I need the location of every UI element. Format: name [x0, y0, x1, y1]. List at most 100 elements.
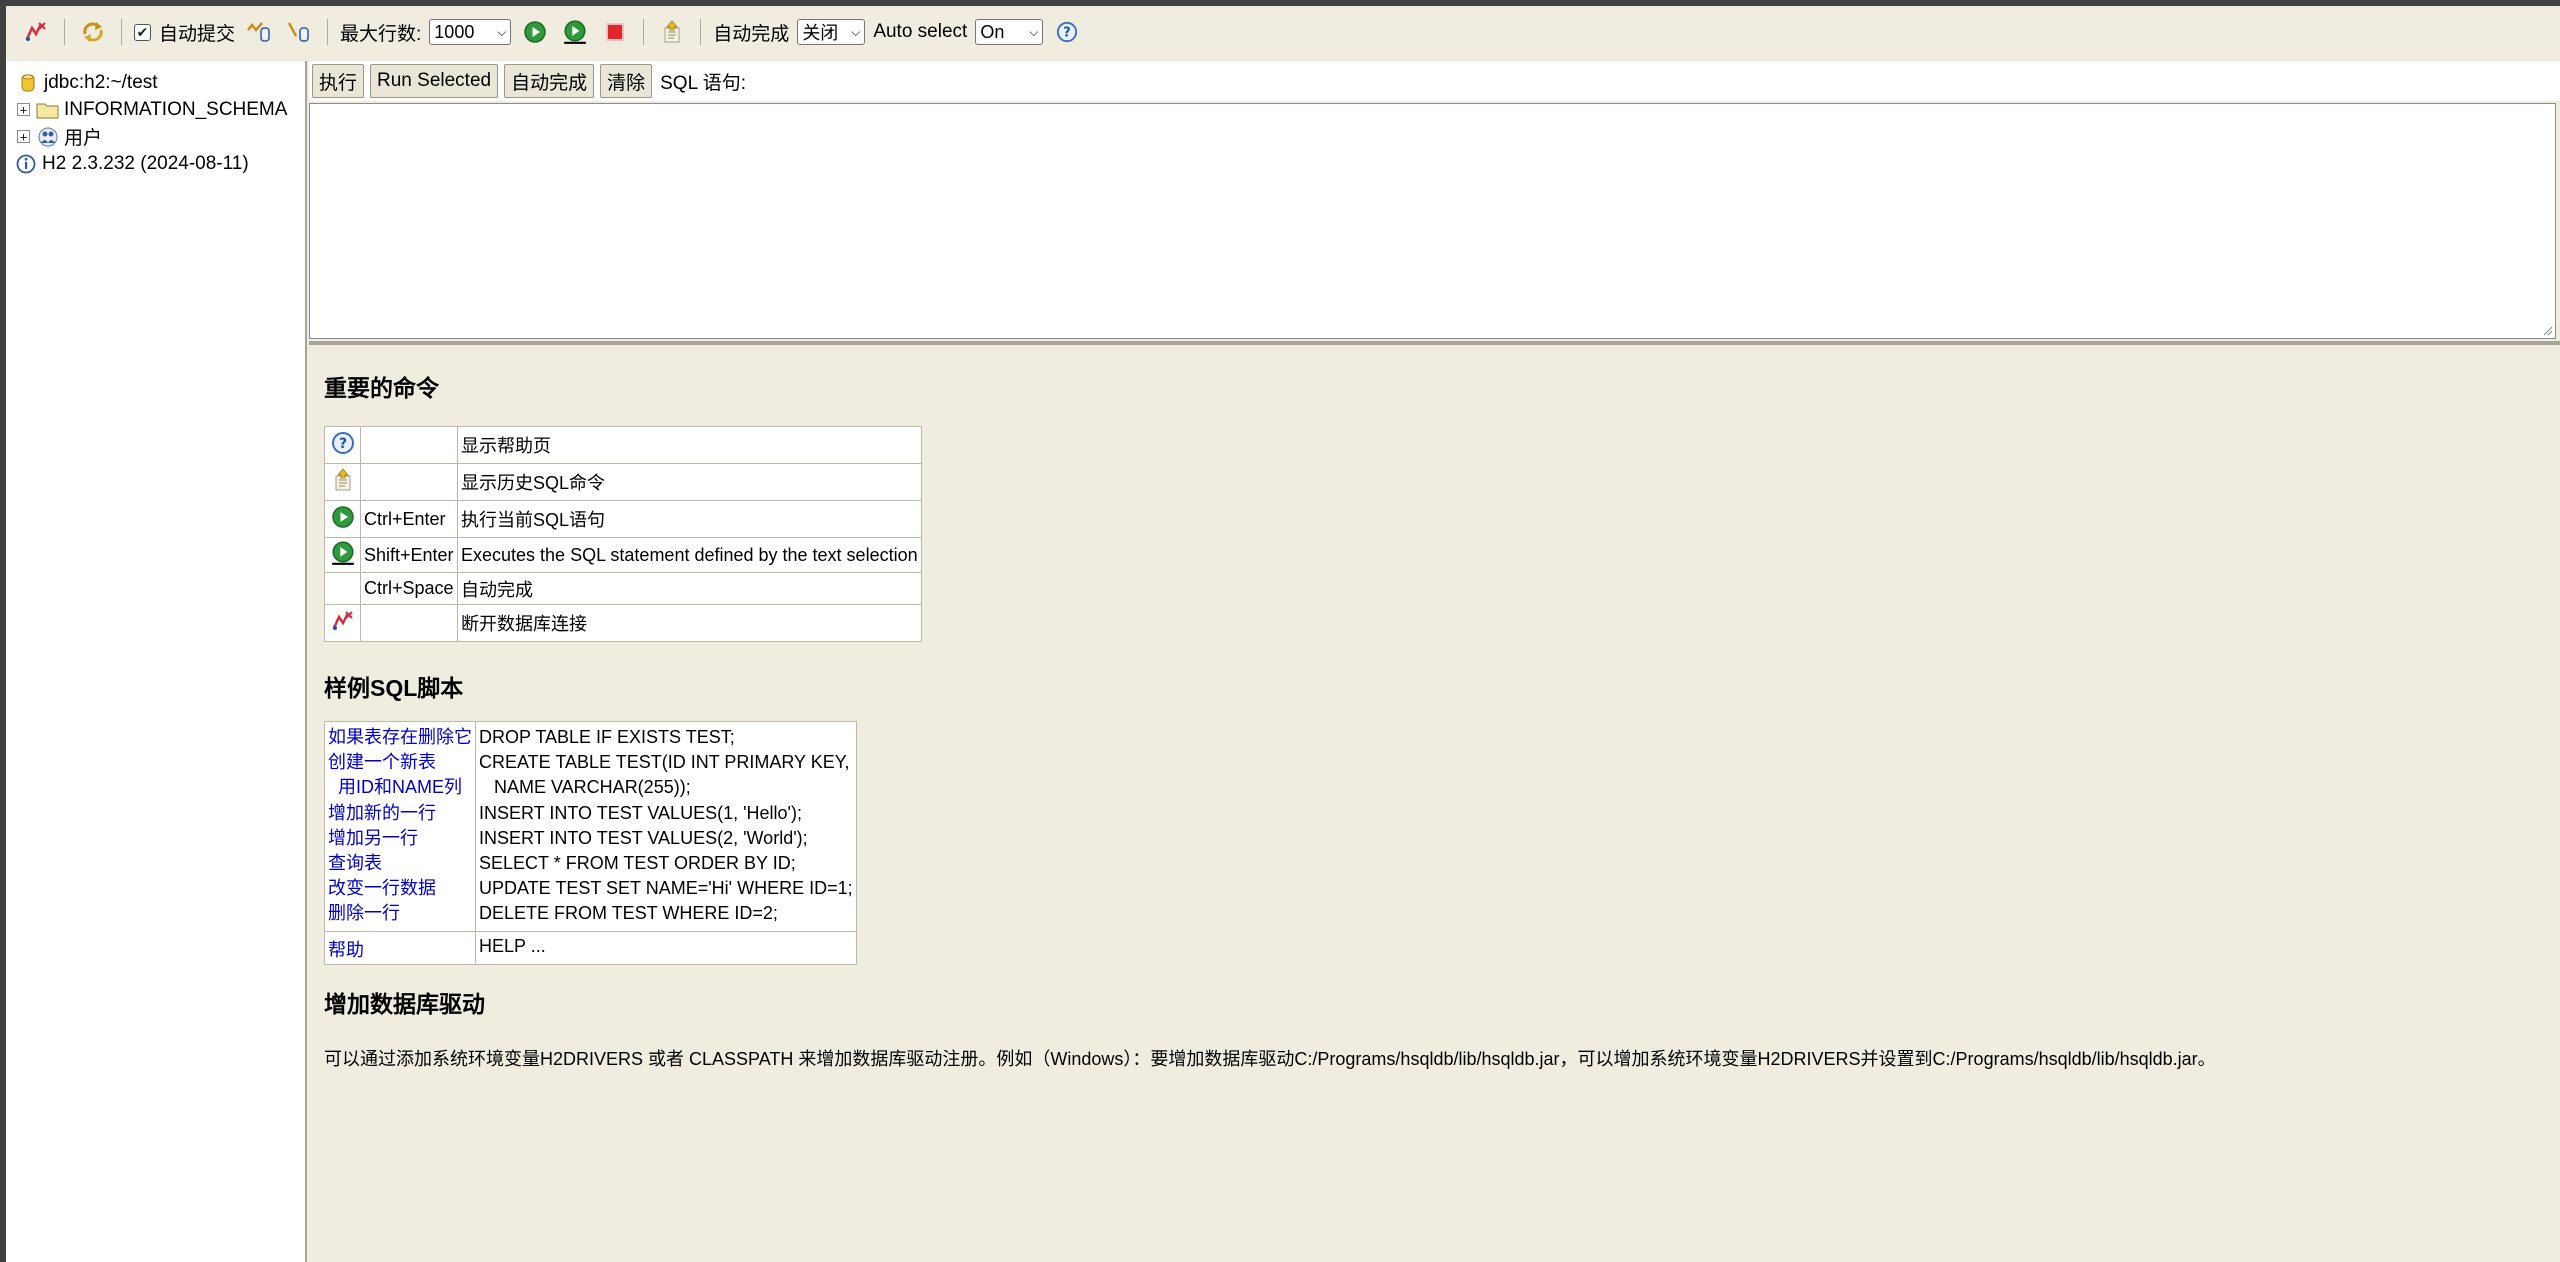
- command-description: 自动完成: [457, 572, 922, 605]
- expand-icon[interactable]: +: [17, 130, 30, 143]
- tree-item-information-schema[interactable]: + INFORMATION_SCHEMA: [6, 96, 305, 123]
- clear-button[interactable]: 清除: [600, 64, 653, 98]
- sample-link[interactable]: 如果表存在删除它: [328, 725, 472, 750]
- autocomplete-label: 自动完成: [713, 23, 790, 45]
- resize-grip-icon[interactable]: [2541, 324, 2553, 336]
- sample-link[interactable]: 改变一行数据: [328, 876, 472, 901]
- chevron-down-icon: ⌵: [1029, 24, 1039, 39]
- table-row: Shift+Enter Executes the SQL statement d…: [324, 537, 922, 573]
- h2-console-window: 自动提交 最大行数: 1000 ⌵: [6, 6, 2560, 1262]
- toolbar-separator: [643, 19, 645, 45]
- command-description: 断开数据库连接: [457, 604, 922, 642]
- shortcut-key: Ctrl+Enter: [360, 500, 458, 538]
- stop-icon[interactable]: [601, 18, 629, 46]
- shortcut-key: [360, 426, 458, 464]
- chevron-down-icon: ⌵: [497, 24, 507, 39]
- table-row: 断开数据库连接: [324, 604, 922, 642]
- sql-line: DROP TABLE IF EXISTS TEST;: [479, 727, 735, 747]
- shortcut-key: Shift+Enter: [360, 537, 458, 573]
- help-icon[interactable]: [1053, 18, 1081, 46]
- tree-item-label: 用户: [64, 128, 103, 149]
- chevron-down-icon: ⌵: [851, 24, 861, 39]
- disconnect-icon[interactable]: [22, 18, 50, 46]
- table-row: 显示帮助页: [324, 426, 922, 464]
- sample-link[interactable]: 查询表: [328, 851, 472, 876]
- help-sql: HELP ...: [475, 930, 857, 965]
- sample-link[interactable]: 用ID和NAME列: [328, 775, 472, 800]
- history-icon[interactable]: [331, 466, 355, 494]
- sql-line: INSERT INTO TEST VALUES(1, 'Hello');: [479, 802, 802, 823]
- command-description: Executes the SQL statement defined by th…: [457, 537, 922, 573]
- rollback-icon[interactable]: [285, 18, 313, 46]
- help-link[interactable]: 帮助: [328, 940, 364, 960]
- sample-link[interactable]: 删除一行: [328, 901, 472, 926]
- sql-line: DELETE FROM TEST WHERE ID=2;: [479, 903, 778, 924]
- max-rows-label: 最大行数:: [340, 23, 422, 45]
- run-selected-icon[interactable]: [330, 540, 356, 566]
- expand-icon[interactable]: +: [17, 103, 30, 116]
- disconnect-icon[interactable]: [331, 609, 355, 633]
- sample-links-cell: 如果表存在删除它 创建一个新表 用ID和NAME列 增加新的一行 增加另一行 查…: [324, 721, 476, 932]
- toolbar-separator: [327, 19, 329, 45]
- refresh-icon[interactable]: [79, 18, 107, 46]
- run-icon[interactable]: [331, 505, 355, 529]
- shortcut-key: [360, 463, 458, 501]
- sample-sql-cell: DROP TABLE IF EXISTS TEST; CREATE TABLE …: [475, 721, 857, 932]
- commit-icon[interactable]: [245, 18, 273, 46]
- toolbar-separator: [64, 19, 65, 45]
- help-panel: 重要的命令 显示帮助页 显示历史SQL命令 Ctrl+Enter 执行当前SQL…: [309, 345, 2560, 1262]
- run-icon[interactable]: [521, 18, 549, 46]
- table-row: 帮助 HELP ...: [324, 930, 857, 965]
- toolbar-separator: [700, 19, 702, 45]
- tree-version: H2 2.3.232 (2024-08-11): [6, 150, 305, 177]
- sql-statement-label: SQL 语句:: [660, 72, 746, 94]
- users-icon: [36, 126, 60, 148]
- auto-select-select[interactable]: On ⌵: [975, 19, 1044, 45]
- command-description: 显示历史SQL命令: [457, 463, 922, 501]
- sql-editor[interactable]: [309, 103, 2556, 339]
- info-icon: [14, 153, 38, 175]
- run-selected-icon[interactable]: [561, 18, 589, 46]
- sql-line: INSERT INTO TEST VALUES(2, 'World');: [479, 827, 808, 848]
- connection-url: jdbc:h2:~/test: [44, 71, 158, 93]
- toolbar-separator: [121, 19, 122, 45]
- sql-line: NAME VARCHAR(255));: [479, 777, 691, 798]
- database-icon: [16, 72, 40, 94]
- sql-line: CREATE TABLE TEST(ID INT PRIMARY KEY,: [479, 752, 850, 773]
- autocomplete-select[interactable]: 关闭 ⌵: [797, 19, 866, 45]
- command-description: 显示帮助页: [457, 426, 922, 464]
- add-driver-text: 可以通过添加系统环境变量H2DRIVERS 或者 CLASSPATH 来增加数据…: [324, 1049, 2216, 1069]
- command-description: 执行当前SQL语句: [457, 500, 922, 538]
- toolbar: 自动提交 最大行数: 1000 ⌵: [6, 6, 2560, 58]
- version-text: H2 2.3.232 (2024-08-11): [42, 152, 249, 174]
- tree-item-users[interactable]: + 用户: [6, 123, 305, 150]
- sample-sql-table: 如果表存在删除它 创建一个新表 用ID和NAME列 增加新的一行 增加另一行 查…: [324, 721, 857, 965]
- sql-toolbar: 执行 Run Selected 自动完成 清除 SQL 语句:: [309, 61, 2560, 101]
- table-row: Ctrl+Enter 执行当前SQL语句: [324, 500, 922, 538]
- help-icon[interactable]: [331, 431, 355, 455]
- folder-icon: [36, 99, 60, 121]
- tree-connection[interactable]: jdbc:h2:~/test: [6, 69, 305, 96]
- important-commands-title: 重要的命令: [324, 375, 439, 401]
- run-selected-button[interactable]: Run Selected: [370, 64, 499, 98]
- commands-table: 显示帮助页 显示历史SQL命令 Ctrl+Enter 执行当前SQL语句 Shi…: [324, 426, 922, 642]
- sample-link[interactable]: 增加另一行: [328, 826, 472, 851]
- history-icon[interactable]: [658, 18, 686, 46]
- shortcut-key: Ctrl+Space: [360, 572, 458, 605]
- sample-sql-title: 样例SQL脚本: [324, 675, 464, 701]
- autocomplete-button[interactable]: 自动完成: [504, 64, 595, 98]
- table-row: 如果表存在删除它 创建一个新表 用ID和NAME列 增加新的一行 增加另一行 查…: [324, 721, 857, 932]
- autocommit-label: 自动提交: [159, 23, 236, 45]
- execute-button[interactable]: 执行: [312, 64, 365, 98]
- max-rows-select[interactable]: 1000 ⌵: [429, 19, 512, 45]
- add-driver-title: 增加数据库驱动: [324, 991, 485, 1017]
- auto-select-label: Auto select: [873, 21, 968, 42]
- autocommit-checkbox[interactable]: [134, 23, 151, 41]
- table-row: Ctrl+Space 自动完成: [324, 572, 922, 605]
- table-row: 显示历史SQL命令: [324, 463, 922, 501]
- sample-link[interactable]: 创建一个新表: [328, 750, 472, 775]
- sample-link[interactable]: 增加新的一行: [328, 801, 472, 826]
- shortcut-key: [360, 604, 458, 642]
- autocomplete-value: 关闭: [802, 23, 839, 43]
- max-rows-value: 1000: [434, 21, 475, 42]
